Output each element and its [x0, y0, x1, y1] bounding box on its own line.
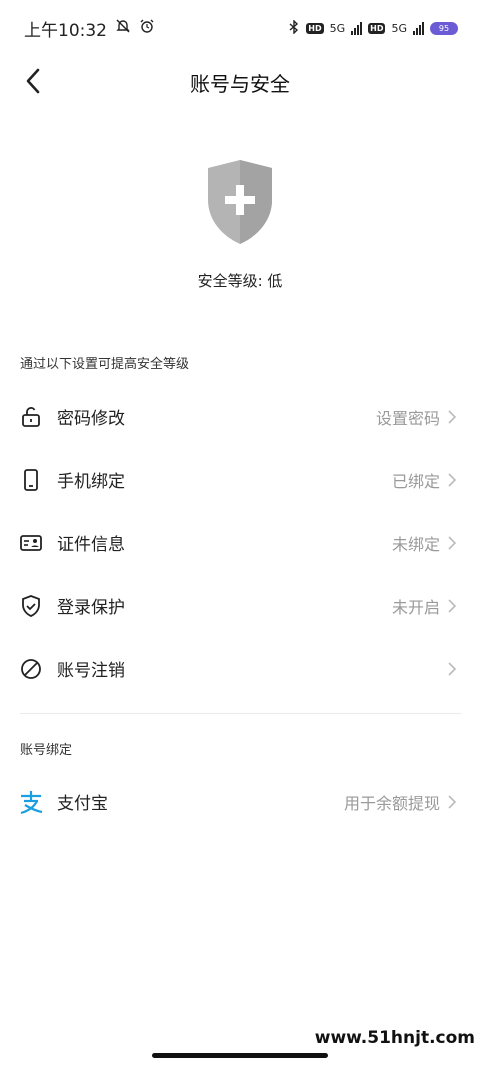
phone-icon	[18, 467, 44, 493]
page-title: 账号与安全	[190, 72, 290, 96]
item-label: 账号注销	[57, 661, 125, 681]
network-label: 5G	[329, 21, 346, 35]
section-title-security: 通过以下设置可提高安全等级	[20, 357, 190, 372]
item-label: 支付宝	[57, 794, 108, 814]
battery-level: 95	[438, 23, 450, 33]
item-value: 用于余额提现	[343, 793, 440, 813]
status-right: HD 5G HD 5G 95	[288, 18, 458, 37]
item-account-cancel[interactable]: 账号注销	[0, 637, 480, 700]
security-shield	[0, 158, 480, 246]
screen: 上午10:32 HD 5G HD 5G 95 账号与安全 安全等级: 低 通过以…	[0, 0, 480, 1066]
item-id-info[interactable]: 证件信息 未绑定	[0, 511, 480, 574]
item-alipay[interactable]: 支付宝 用于余额提现	[0, 770, 480, 833]
lock-icon	[18, 404, 44, 430]
chevron-right-icon	[448, 472, 457, 487]
alarm-icon	[139, 18, 155, 39]
item-label: 密码修改	[57, 409, 125, 429]
section-title-binding: 账号绑定	[20, 743, 73, 758]
section-divider	[20, 713, 462, 714]
chevron-right-icon	[448, 598, 457, 613]
battery-icon: 95	[430, 21, 458, 35]
ban-icon	[18, 656, 44, 682]
item-value: 已绑定	[391, 471, 440, 491]
chevron-right-icon	[448, 535, 457, 550]
item-phone-binding[interactable]: 手机绑定 已绑定	[0, 448, 480, 511]
status-time: 上午10:32	[24, 20, 107, 41]
home-indicator[interactable]	[152, 1053, 328, 1058]
item-value: 未绑定	[391, 534, 440, 554]
status-left: 上午10:32	[24, 16, 155, 41]
alipay-icon	[18, 789, 44, 815]
security-level: 安全等级: 低	[197, 272, 283, 290]
watermark: www.51hnjt.com	[314, 1028, 475, 1048]
signal-icon-2	[413, 21, 424, 35]
item-label: 手机绑定	[57, 472, 125, 492]
signal-icon	[351, 21, 363, 35]
status-bar: 上午10:32 HD 5G HD 5G 95	[0, 0, 480, 56]
hd-badge: HD	[306, 22, 324, 34]
shield-check-icon	[18, 593, 44, 619]
item-password-change[interactable]: 密码修改 设置密码	[0, 385, 480, 448]
item-login-protection[interactable]: 登录保护 未开启	[0, 574, 480, 637]
chevron-right-icon	[448, 661, 457, 676]
header: 账号与安全	[0, 56, 480, 106]
item-value: 未开启	[391, 597, 440, 617]
network-label-2: 5G	[391, 21, 407, 35]
item-value: 设置密码	[375, 408, 440, 428]
id-card-icon	[18, 530, 44, 556]
shield-plus-icon	[208, 160, 272, 244]
mute-icon	[115, 18, 131, 39]
chevron-right-icon	[448, 794, 457, 809]
item-label: 登录保护	[57, 598, 125, 618]
item-label: 证件信息	[57, 535, 125, 555]
chevron-right-icon	[448, 409, 457, 424]
hd-badge-2: HD	[368, 22, 386, 34]
bluetooth-icon	[288, 18, 300, 37]
